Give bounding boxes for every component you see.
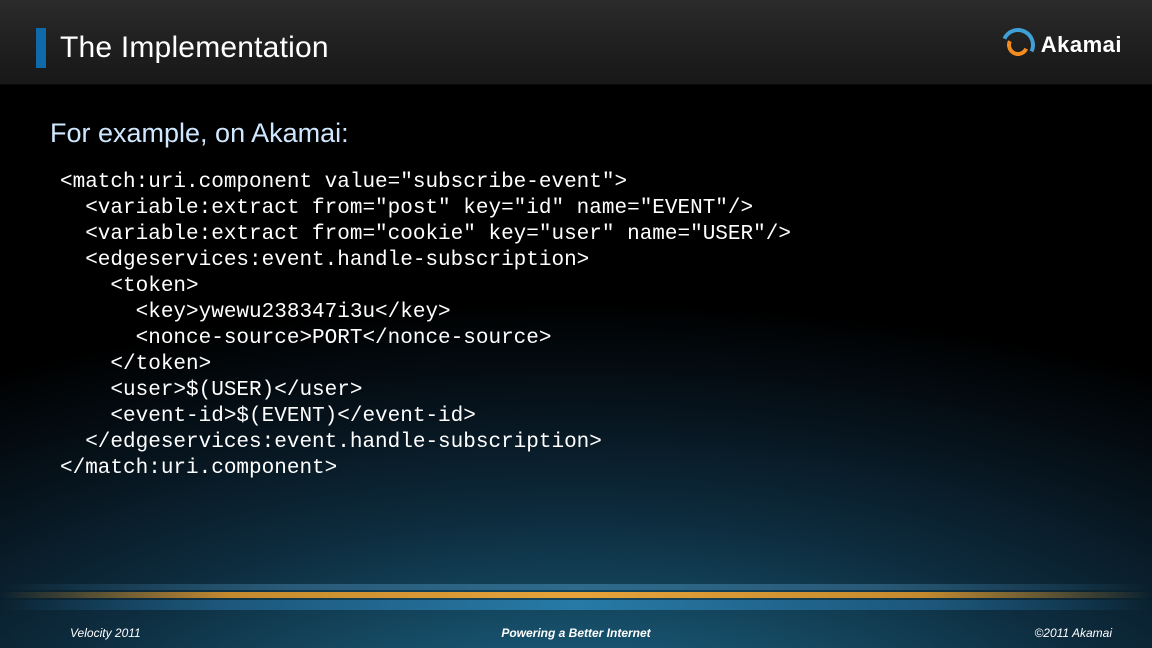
title-group: The Implementation — [36, 28, 329, 68]
footer-left-text: Velocity 2011 — [70, 626, 141, 640]
slide-subtitle: For example, on Akamai: — [50, 118, 349, 149]
akamai-logo: Akamai — [1001, 28, 1122, 62]
slide: The Implementation Akamai For example, o… — [0, 0, 1152, 648]
akamai-logo-text: Akamai — [1041, 32, 1122, 58]
footer-center-text: Powering a Better Internet — [501, 626, 650, 640]
title-accent-bar — [36, 28, 46, 68]
footer-decorative-stripes — [0, 584, 1152, 618]
slide-title: The Implementation — [60, 31, 329, 65]
akamai-swirl-icon — [1001, 28, 1035, 62]
footer-right-text: ©2011 Akamai — [1034, 626, 1112, 640]
code-block: <match:uri.component value="subscribe-ev… — [60, 170, 1112, 482]
header-bar: The Implementation Akamai — [0, 0, 1152, 85]
